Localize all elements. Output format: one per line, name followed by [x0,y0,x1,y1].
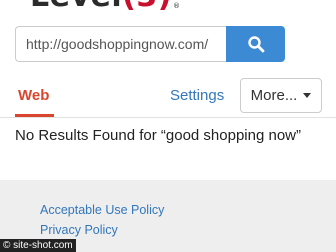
search-icon [247,36,264,53]
caret-down-icon [303,93,312,98]
logo-word: Level [30,0,122,14]
search-button[interactable] [226,26,285,62]
search-input[interactable] [15,26,226,62]
acceptable-use-policy-link[interactable]: Acceptable Use Policy [40,203,164,217]
more-dropdown-button[interactable]: More... [240,78,322,113]
privacy-policy-link[interactable]: Privacy Policy [40,223,118,237]
logo-number: (3) [122,0,172,14]
logo-trademark: ® [172,2,181,10]
level3-logo[interactable]: Level(3)® [30,0,180,12]
tabs-divider [0,117,336,118]
more-label: More... [250,87,298,104]
tab-settings[interactable]: Settings [170,87,224,104]
tab-web[interactable]: Web [18,87,49,104]
watermark: © site-shot.com [0,239,76,252]
no-results-message: No Results Found for “good shopping now” [15,127,301,144]
